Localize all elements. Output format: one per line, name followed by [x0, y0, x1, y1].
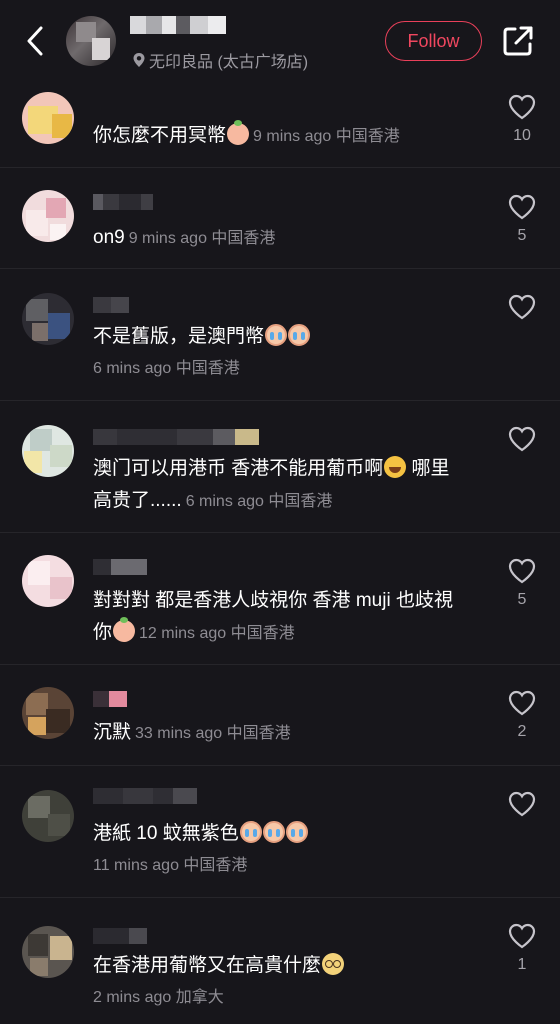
avatar[interactable] [22, 926, 74, 978]
comment-meta: 12 mins ago 中国香港 [139, 625, 295, 642]
comment-text: 澳门可以用港币 香港不能用葡币啊 哪里 高贵了...... 6 mins ago … [93, 456, 450, 511]
comment-text: 不是舊版，是澳門幣 6 mins ago 中国香港 [93, 321, 493, 385]
location-tag[interactable]: 无印良品 (太古广场店) [132, 48, 308, 72]
location-label: 无印良品 (太古广场店) [149, 54, 309, 71]
pleading-emoji [227, 120, 250, 145]
header: 无印良品 (太古广场店) Follow [0, 0, 560, 84]
avatar[interactable] [22, 790, 74, 842]
heart-icon[interactable] [508, 690, 536, 716]
heart-icon[interactable] [508, 791, 536, 817]
comment-item: 不是舊版，是澳門幣 6 mins ago 中国香港 [0, 269, 560, 401]
comment-item: on9 9 mins ago 中国香港 5 [0, 168, 560, 269]
heart-icon[interactable] [508, 94, 536, 120]
comment-item: 對對對 都是香港人歧視你 香港 muji 也歧視 你 12 mins ago 中国… [0, 533, 560, 665]
heart-icon[interactable] [508, 426, 536, 452]
laughing-emoji [384, 456, 407, 478]
author-avatar[interactable] [66, 16, 116, 66]
avatar[interactable] [22, 92, 74, 144]
username-obscured[interactable] [93, 559, 147, 575]
comment-text: on9 9 mins ago 中国香港 [93, 227, 276, 248]
username-obscured[interactable] [93, 194, 153, 210]
crying-emoji [262, 821, 285, 843]
heart-icon[interactable] [508, 194, 536, 220]
avatar[interactable] [22, 293, 74, 345]
username-obscured[interactable] [93, 297, 129, 313]
avatar[interactable] [22, 687, 74, 739]
heart-icon[interactable] [508, 923, 536, 949]
comment-text: 港紙 10 蚊無紫色 11 mins ago 中国香港 [93, 818, 493, 882]
avatar[interactable] [22, 555, 74, 607]
like-count: 5 [517, 227, 527, 244]
location-pin-icon [133, 53, 145, 67]
username-obscured[interactable] [93, 928, 147, 944]
comment-item: 港紙 10 蚊無紫色 11 mins ago 中国香港 [0, 766, 560, 898]
heart-icon[interactable] [508, 558, 536, 584]
like-count: 10 [513, 127, 531, 144]
like-count: 1 [517, 956, 527, 973]
comment-item: 你怎麼不用冥幣 9 mins ago 中国香港 10 [0, 84, 560, 168]
heart-icon[interactable] [508, 294, 536, 320]
username-obscured[interactable] [93, 788, 197, 804]
username-obscured[interactable] [93, 429, 259, 445]
chevron-left-icon [27, 26, 43, 56]
comment-meta: 2 mins ago 加拿大 [93, 989, 224, 1006]
nerd-emoji [322, 953, 345, 975]
comment-item: 澳门可以用港币 香港不能用葡币啊 哪里 高贵了...... 6 mins ago … [0, 401, 560, 533]
comment-text: 沉默 33 mins ago 中国香港 [93, 722, 291, 743]
comment-meta: 6 mins ago 中国香港 [185, 493, 333, 510]
crying-emoji [288, 324, 311, 346]
comment-meta: 11 mins ago 中国香港 [93, 857, 248, 874]
follow-button[interactable]: Follow [385, 21, 482, 61]
author-name-obscured[interactable] [130, 16, 240, 34]
pleading-emoji [113, 617, 136, 642]
avatar[interactable] [22, 190, 74, 242]
share-external-icon [503, 26, 533, 56]
crying-emoji [239, 821, 262, 843]
comment-text: 在香港用葡幣又在高貴什麼 2 mins ago 加拿大 [93, 950, 493, 1014]
comment-item: 沉默 33 mins ago 中国香港 2 [0, 665, 560, 766]
comment-text: 你怎麼不用冥幣 9 mins ago 中国香港 [93, 120, 400, 146]
comment-meta: 9 mins ago 中国香港 [253, 128, 400, 145]
crying-emoji [285, 821, 308, 843]
like-count: 5 [517, 591, 527, 608]
like-count: 2 [517, 723, 527, 740]
username-obscured[interactable] [93, 691, 127, 707]
back-button[interactable] [20, 24, 50, 58]
comment-meta: 33 mins ago 中国香港 [135, 725, 291, 742]
avatar[interactable] [22, 425, 74, 477]
comment-meta: 6 mins ago 中国香港 [93, 360, 240, 377]
comment-text: 對對對 都是香港人歧視你 香港 muji 也歧視 你 12 mins ago 中国… [93, 590, 453, 643]
comment-item: 在香港用葡幣又在高貴什麼 2 mins ago 加拿大 1 [0, 898, 560, 1024]
share-button[interactable] [501, 24, 535, 58]
comment-meta: 9 mins ago 中国香港 [128, 230, 276, 247]
crying-emoji [265, 324, 288, 346]
